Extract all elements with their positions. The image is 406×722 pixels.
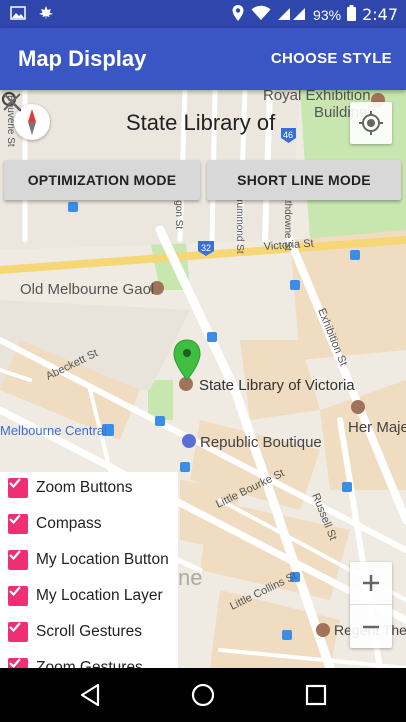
label-state-library: State Library of Victoria <box>199 377 355 394</box>
location-status-icon <box>231 4 245 25</box>
option-label: My Location Button <box>36 551 169 568</box>
option-my-location-button[interactable]: My Location Button <box>8 548 169 572</box>
route-32-label: 32 <box>201 243 211 253</box>
label-drummond-st: Drummond St <box>234 192 245 254</box>
checkmark-icon <box>9 622 21 633</box>
minus-icon <box>363 625 379 629</box>
option-scroll-gestures[interactable]: Scroll Gestures <box>8 620 142 644</box>
option-compass[interactable]: Compass <box>8 512 101 536</box>
crosshair-icon <box>359 111 383 135</box>
app-title: Map Display <box>18 46 147 71</box>
choose-style-button[interactable]: CHOOSE STYLE <box>271 50 392 67</box>
status-bar: 93% 2:47 <box>0 0 406 28</box>
option-zoom-buttons[interactable]: Zoom Buttons <box>8 476 133 500</box>
short-line-mode-button[interactable]: SHORT LINE MODE <box>207 160 401 200</box>
signal-icon <box>277 5 307 24</box>
option-label: Zoom Gestures <box>36 659 143 668</box>
checkmark-icon <box>9 550 21 561</box>
back-icon[interactable] <box>76 681 104 709</box>
label-her-majesty: Her Maje <box>348 419 406 436</box>
option-zoom-gestures[interactable]: Zoom Gestures <box>8 656 143 668</box>
checkmark-icon <box>9 658 21 668</box>
map-options-list: Zoom Buttons Compass My Location Button … <box>0 472 178 668</box>
image-notification-icon <box>10 5 26 24</box>
checkmark-icon <box>9 514 21 525</box>
battery-icon <box>347 5 357 24</box>
leaf-notification-icon <box>38 5 54 24</box>
checkbox[interactable] <box>8 550 28 570</box>
option-label: Zoom Buttons <box>36 479 133 496</box>
home-icon[interactable] <box>189 681 217 709</box>
label-melbourne-central: Melbourne Central <box>0 423 107 438</box>
label-republic-boutique: Republic Boutique <box>200 434 322 451</box>
battery-percent: 93% <box>313 6 342 23</box>
checkmark-icon <box>9 586 21 597</box>
checkbox[interactable] <box>8 478 28 498</box>
checkbox[interactable] <box>8 514 28 534</box>
checkbox[interactable] <box>8 658 28 668</box>
option-label: Compass <box>36 515 102 532</box>
checkbox[interactable] <box>8 586 28 606</box>
zoom-in-button[interactable] <box>350 562 392 605</box>
label-faded: ne <box>178 565 202 590</box>
clock: 2:47 <box>362 5 398 24</box>
option-label: Scroll Gestures <box>36 623 142 640</box>
zoom-out-button[interactable] <box>350 606 392 648</box>
zoom-controls <box>350 562 392 648</box>
my-location-button[interactable] <box>350 102 392 144</box>
close-icon[interactable] <box>0 90 24 114</box>
map-marker-icon <box>173 339 201 381</box>
label-old-melbourne-gaol: Old Melbourne Gaol <box>20 281 154 298</box>
option-label: My Location Layer <box>36 587 163 604</box>
search-input[interactable] <box>126 108 286 138</box>
wifi-icon <box>251 5 271 24</box>
plus-icon <box>363 575 379 591</box>
navigation-bar <box>0 668 406 722</box>
option-my-location-layer[interactable]: My Location Layer <box>8 584 163 608</box>
recents-icon[interactable] <box>302 681 330 709</box>
checkbox[interactable] <box>8 622 28 642</box>
checkmark-icon <box>9 478 21 489</box>
map-view[interactable]: Royal Exhibition Building 46 32 Victoria… <box>0 90 406 668</box>
optimization-mode-button[interactable]: OPTIMIZATION MODE <box>4 160 200 200</box>
app-bar: Map Display CHOOSE STYLE <box>0 28 406 90</box>
